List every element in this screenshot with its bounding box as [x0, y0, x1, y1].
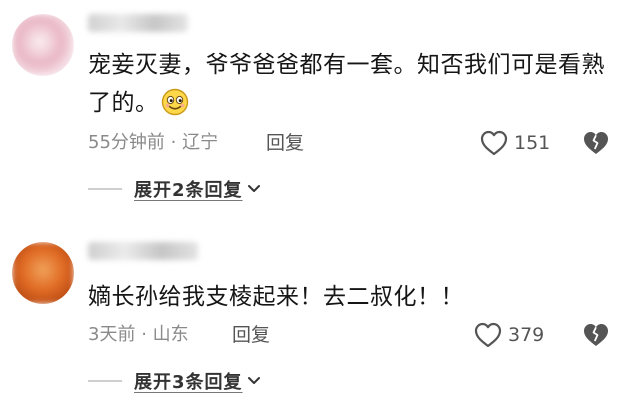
username-blurred[interactable]	[88, 14, 188, 32]
like-count: 151	[514, 132, 551, 154]
comment-location: 山东	[152, 324, 189, 345]
smiling-face-emoji	[161, 88, 188, 116]
comment-text: 嫡长孙给我支棱起来！去二叔化！！	[88, 278, 608, 316]
reply-button[interactable]: 回复	[266, 130, 304, 156]
chevron-down-icon	[247, 377, 260, 384]
comment-meta: 3天前 · 山东	[88, 322, 189, 348]
expand-replies-label[interactable]: 展开3条回复	[134, 368, 243, 394]
like-button[interactable]: 151	[480, 128, 550, 158]
reply-button[interactable]: 回复	[232, 322, 270, 348]
avatar[interactable]	[12, 14, 74, 76]
broken-heart-icon[interactable]	[582, 321, 610, 349]
like-button[interactable]: 379	[474, 320, 544, 350]
broken-heart-icon[interactable]	[582, 129, 610, 157]
expand-divider	[88, 380, 122, 382]
chevron-down-icon	[247, 185, 260, 192]
comment-item: 宠妾灭妻，爷爷爸爸都有一套。知否我们可是看熟了的。 55分钟前 · 辽宁 回复 …	[0, 0, 624, 202]
expand-divider	[88, 188, 122, 190]
heart-outline-icon	[480, 130, 508, 156]
comment-item: 嫡长孙给我支棱起来！去二叔化！！ 3天前 · 山东 回复 379 展开3条回复	[0, 200, 624, 396]
meta-separator: ·	[141, 324, 147, 345]
comment-time: 55分钟前	[88, 132, 165, 153]
like-count: 379	[508, 324, 545, 346]
expand-replies-label[interactable]: 展开2条回复	[134, 176, 243, 202]
username-blurred[interactable]	[88, 242, 198, 260]
heart-outline-icon	[474, 322, 502, 348]
comment-text: 宠妾灭妻，爷爷爸爸都有一套。知否我们可是看熟了的。	[88, 46, 608, 122]
comment-body: 嫡长孙给我支棱起来！去二叔化！！	[88, 284, 464, 310]
expand-replies[interactable]: 展开3条回复	[88, 366, 261, 396]
avatar[interactable]	[12, 242, 74, 304]
meta-separator: ·	[170, 132, 177, 153]
comment-location: 辽宁	[182, 132, 219, 153]
comment-meta: 55分钟前 · 辽宁	[88, 130, 218, 156]
comment-time: 3天前	[88, 324, 136, 345]
